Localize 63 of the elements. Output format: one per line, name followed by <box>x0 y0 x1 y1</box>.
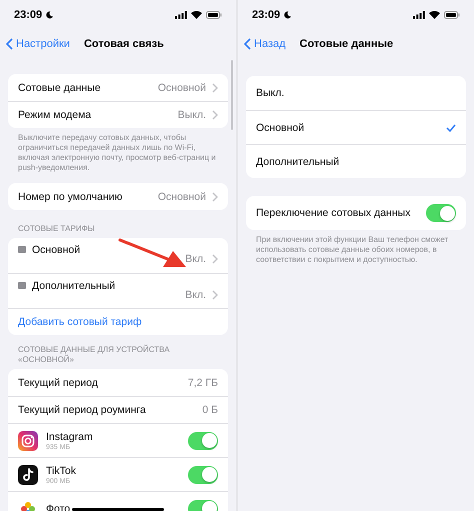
battery-icon <box>444 11 460 19</box>
section-footer: При включении этой функции Ваш телефон сможет использовать сотовые данные обоих номеров, в соответствии с покрытием и доступностью. <box>246 230 466 265</box>
toggle-switch[interactable] <box>426 204 456 222</box>
option-row[interactable]: Выкл. <box>246 76 466 110</box>
row-label: Номер по умолчанию <box>18 190 124 202</box>
back-button[interactable]: Настройки <box>6 38 70 50</box>
signal-icon <box>175 11 187 19</box>
row-value: Выкл. <box>178 109 206 121</box>
toggle-switch[interactable] <box>188 466 218 484</box>
nav-title: Сотовые данные <box>300 38 394 50</box>
nav-title: Сотовая связь <box>84 38 164 50</box>
row-label: Режим модема <box>18 109 92 121</box>
chevron-icon <box>212 82 218 92</box>
status-time: 23:09 <box>14 9 42 21</box>
option-row[interactable]: Дополнительный <box>246 144 466 178</box>
scroll-indicator <box>231 60 233 130</box>
settings-row[interactable]: Сотовые данные Основной <box>8 74 228 101</box>
app-name: TikTok <box>46 464 76 476</box>
moon-icon <box>46 11 54 19</box>
row-value: 0 Б <box>202 404 218 416</box>
wifi-icon <box>429 11 440 19</box>
row-label: Текущий период <box>18 376 99 388</box>
option-label: Выкл. <box>256 87 286 99</box>
row-label: Переключение сотовых данных <box>256 207 412 219</box>
add-plan-link[interactable]: Добавить сотовый тариф <box>18 316 142 328</box>
chevron-icon <box>212 192 218 202</box>
battery-icon <box>206 11 222 19</box>
settings-row[interactable]: Режим модема Выкл. <box>8 101 228 128</box>
wifi-icon <box>191 11 202 19</box>
back-chevron-icon <box>244 38 251 50</box>
sim-icon <box>18 282 26 289</box>
plan-row[interactable]: Основной Вкл. <box>8 238 228 273</box>
chevron-icon <box>212 254 218 264</box>
plan-row[interactable]: Дополнительный Вкл. <box>8 273 228 308</box>
annotation-arrow <box>118 238 188 270</box>
option-label: Основной <box>256 122 306 134</box>
row-value: Вкл. <box>185 289 206 301</box>
app-name: Instagram <box>46 430 93 442</box>
chevron-icon <box>212 110 218 120</box>
toggle-switch[interactable] <box>188 432 218 450</box>
option-row[interactable]: Основной <box>246 110 466 144</box>
row-label: Дополнительный <box>32 280 116 292</box>
row-value: 7,2 ГБ <box>188 376 218 388</box>
camera-icon <box>18 430 38 450</box>
row-value: Вкл. <box>185 253 206 265</box>
row-value: Основной <box>158 190 206 202</box>
option-label: Дополнительный <box>256 156 340 168</box>
signal-icon <box>413 11 425 19</box>
back-button[interactable]: Назад <box>244 38 286 50</box>
settings-row[interactable]: Номер по умолчанию Основной <box>8 183 228 210</box>
row-label: Текущий период роуминга <box>18 404 147 416</box>
section-header: СОТОВЫЕ ДАННЫЕ ДЛЯ УСТРОЙСТВА «ОСНОВНОЙ» <box>17 345 171 366</box>
music-note-icon <box>18 464 38 484</box>
back-chevron-icon <box>6 38 13 50</box>
chevron-icon <box>212 290 218 300</box>
row-value: Основной <box>158 82 206 94</box>
section-footer: Выключите передачу сотовых данных, чтобы ограничиться передачей данных лишь по Wi-Fi, включая электронную почту, просмотр веб-страниц и push-уведомления. <box>8 128 228 173</box>
section-header: СОТОВЫЕ ТАРИФЫ <box>17 224 96 235</box>
row-label: Основной <box>32 244 82 256</box>
sim-icon <box>18 246 26 253</box>
moon-icon <box>284 11 292 19</box>
status-time: 23:09 <box>252 9 280 21</box>
row-label: Сотовые данные <box>18 82 102 94</box>
